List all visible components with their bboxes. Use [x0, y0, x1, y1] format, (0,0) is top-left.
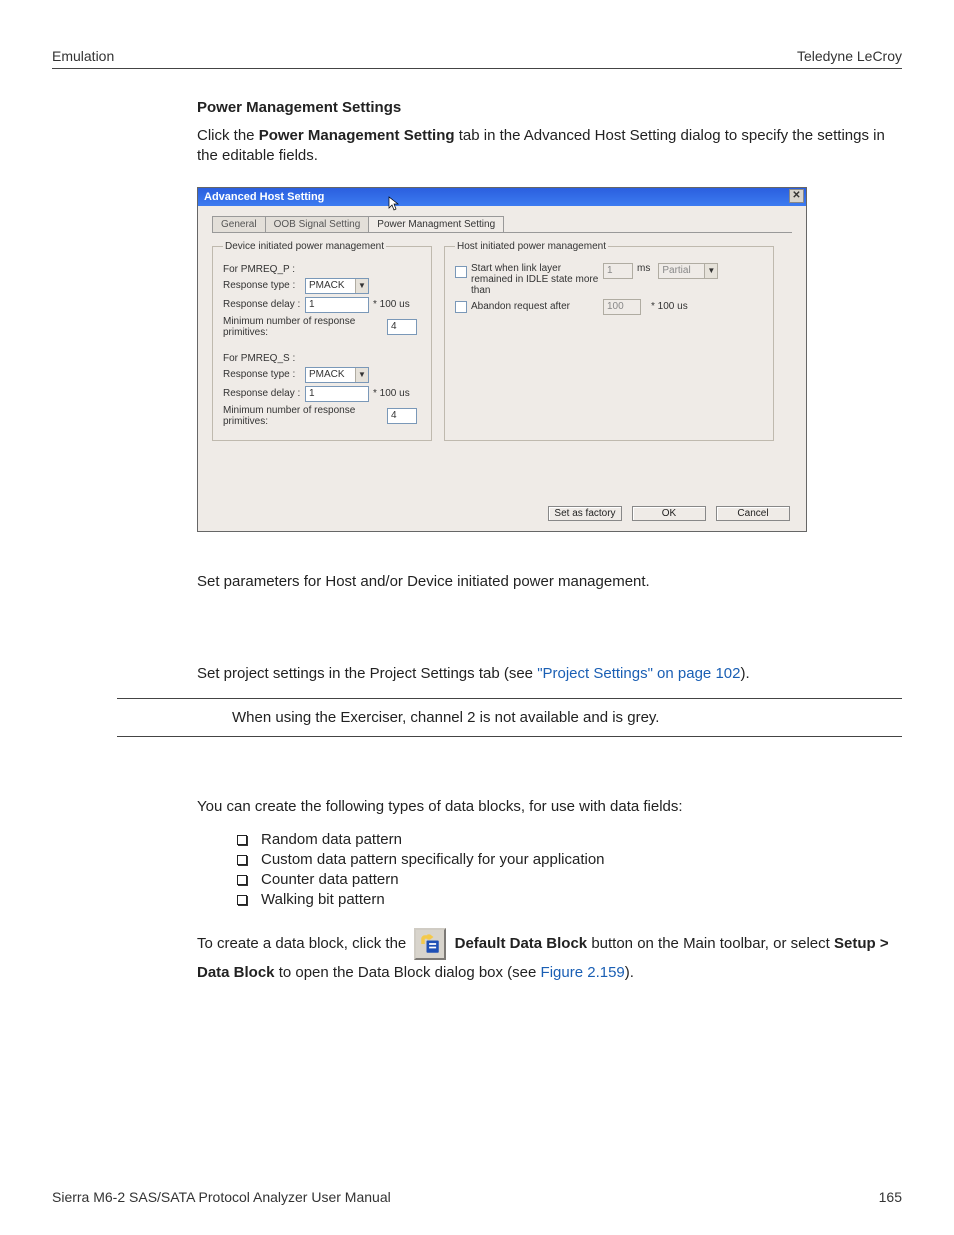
note-block: When using the Exerciser, channel 2 is n… — [117, 698, 902, 737]
footer-left: Sierra M6-2 SAS/SATA Protocol Analyzer U… — [52, 1189, 391, 1205]
group-device-legend: Device initiated power management — [223, 241, 386, 252]
divider — [117, 698, 902, 699]
select-pmreq-s-type[interactable]: PMACK ▼ — [305, 367, 369, 383]
unit-100us: * 100 us — [373, 299, 410, 310]
blocks-intro: You can create the following types of da… — [197, 797, 902, 817]
cursor-icon — [388, 196, 402, 215]
ok-button[interactable]: OK — [632, 506, 706, 521]
project-settings-line: Set project settings in the Project Sett… — [197, 664, 902, 684]
list-item: Counter data pattern — [237, 871, 902, 888]
input-pmreq-p-min[interactable]: 4 — [387, 319, 417, 335]
tab-power-management[interactable]: Power Managment Setting — [368, 216, 504, 232]
project-settings-link[interactable]: "Project Settings" on page 102 — [537, 665, 740, 682]
tab-general[interactable]: General — [212, 216, 266, 232]
label-response-type-s: Response type : — [223, 369, 301, 380]
pmreq-p-label: For PMREQ_P : — [223, 264, 421, 275]
cancel-button[interactable]: Cancel — [716, 506, 790, 521]
label-abandon: Abandon request after — [471, 301, 599, 312]
create-block-paragraph: To create a data block, click the Defaul… — [197, 928, 902, 986]
group-host-initiated: Host initiated power management Start wh… — [444, 241, 774, 441]
bullet-icon — [237, 875, 247, 885]
dialog-titlebar: Advanced Host Setting ✕ — [198, 188, 806, 206]
bullet-icon — [237, 835, 247, 845]
section-heading: Power Management Settings — [197, 99, 902, 116]
input-abandon-value: 100 — [603, 299, 641, 315]
dialog-title: Advanced Host Setting — [204, 191, 324, 203]
dialog-buttons: Set as factory OK Cancel — [548, 506, 790, 521]
dialog-tabs: General OOB Signal Setting Power Managme… — [198, 206, 806, 232]
list-item: Random data pattern — [237, 831, 902, 848]
input-pmreq-s-min[interactable]: 4 — [387, 408, 417, 424]
footer-page-number: 165 — [879, 1189, 902, 1205]
default-data-block-icon[interactable] — [414, 928, 446, 960]
unit-100us-s: * 100 us — [373, 388, 410, 399]
after-screenshot-text: Set parameters for Host and/or Device in… — [197, 572, 902, 592]
label-min-primitives-s: Minimum number of response primitives: — [223, 405, 383, 427]
dialog-advanced-host-setting: Advanced Host Setting ✕ General OOB Sign… — [197, 187, 807, 532]
select-partial: Partial ▼ — [658, 263, 718, 279]
page-header: Emulation Teledyne LeCroy — [52, 48, 902, 69]
chevron-down-icon: ▼ — [355, 368, 368, 382]
tab-oob-signal[interactable]: OOB Signal Setting — [265, 216, 370, 232]
note-text: When using the Exerciser, channel 2 is n… — [232, 709, 902, 726]
chevron-down-icon: ▼ — [704, 264, 717, 278]
input-idle-value: 1 — [603, 263, 633, 279]
checkbox-abandon[interactable] — [455, 301, 467, 313]
header-left: Emulation — [52, 48, 114, 64]
label-min-primitives: Minimum number of response primitives: — [223, 316, 383, 338]
select-pmreq-p-type[interactable]: PMACK ▼ — [305, 278, 369, 294]
unit-100us-r: * 100 us — [651, 301, 688, 312]
bullet-icon — [237, 855, 247, 865]
label-start-idle: Start when link layer remained in IDLE s… — [471, 263, 599, 296]
divider — [117, 736, 902, 737]
pmreq-s-label: For PMREQ_S : — [223, 353, 421, 364]
chevron-down-icon: ▼ — [355, 279, 368, 293]
group-host-legend: Host initiated power management — [455, 241, 608, 252]
checkbox-start-idle[interactable] — [455, 266, 467, 278]
label-response-delay-s: Response delay : — [223, 388, 301, 399]
unit-ms: ms — [637, 263, 650, 274]
data-block-list: Random data pattern Custom data pattern … — [237, 831, 902, 908]
list-item: Custom data pattern specifically for you… — [237, 851, 902, 868]
label-response-delay: Response delay : — [223, 299, 301, 310]
group-device-initiated: Device initiated power management For PM… — [212, 241, 432, 441]
set-as-factory-button[interactable]: Set as factory — [548, 506, 622, 521]
label-response-type: Response type : — [223, 280, 301, 291]
input-pmreq-p-delay[interactable]: 1 — [305, 297, 369, 313]
page-footer: Sierra M6-2 SAS/SATA Protocol Analyzer U… — [52, 1189, 902, 1205]
input-pmreq-s-delay[interactable]: 1 — [305, 386, 369, 402]
figure-link[interactable]: Figure 2.159 — [541, 964, 625, 981]
list-item: Walking bit pattern — [237, 891, 902, 908]
bullet-icon — [237, 895, 247, 905]
intro-paragraph: Click the Power Management Setting tab i… — [197, 126, 902, 167]
close-button[interactable]: ✕ — [789, 189, 804, 203]
header-right: Teledyne LeCroy — [797, 48, 902, 64]
